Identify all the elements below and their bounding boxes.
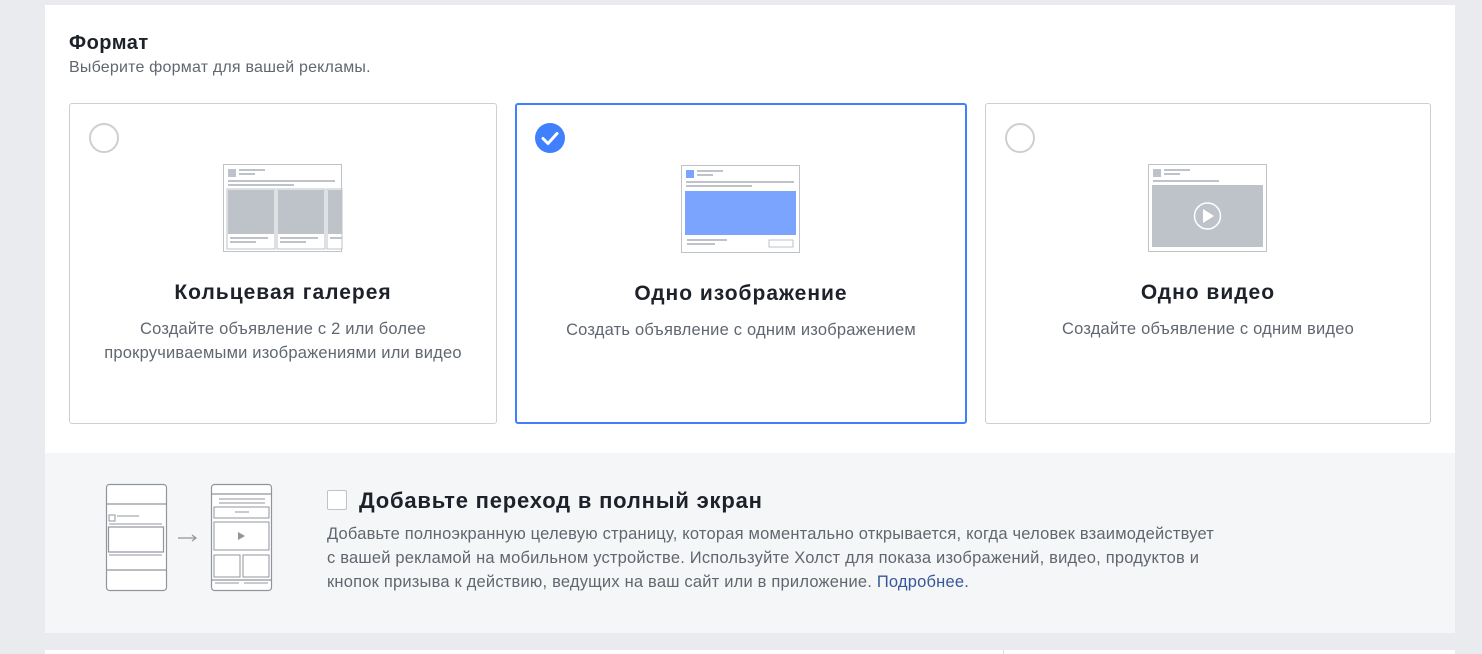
fullscreen-description: Добавьте полноэкранную целевую страницу,… bbox=[327, 522, 1227, 594]
format-card-single-video[interactable]: Одно видео Создайте объявление с одним в… bbox=[985, 103, 1431, 424]
checkmark-icon bbox=[541, 132, 559, 145]
radio-button-checked[interactable] bbox=[535, 123, 565, 153]
radio-button[interactable] bbox=[89, 123, 119, 153]
radio-button[interactable] bbox=[1005, 123, 1035, 153]
carousel-preview-icon bbox=[223, 164, 343, 252]
fullscreen-checkbox[interactable] bbox=[327, 490, 347, 510]
section-subtitle: Выберите формат для вашей рекламы. bbox=[69, 59, 371, 76]
canvas-transition-icon bbox=[105, 483, 273, 592]
card-title: Одно изображение bbox=[634, 282, 848, 305]
single-image-preview-icon bbox=[681, 165, 800, 253]
single-video-preview-icon bbox=[1148, 164, 1267, 252]
fullscreen-section: Добавьте переход в полный экран Добавьте… bbox=[45, 453, 1455, 633]
card-description: Создайте объявление с одним видео bbox=[1062, 320, 1354, 338]
section-title: Формат bbox=[69, 32, 149, 54]
learn-more-link[interactable]: Подробнее. bbox=[877, 573, 969, 591]
next-section-divider bbox=[1003, 650, 1004, 654]
fullscreen-title: Добавьте переход в полный экран bbox=[359, 488, 763, 513]
next-section-edge bbox=[45, 650, 1455, 654]
card-title: Кольцевая галерея bbox=[174, 281, 392, 304]
format-card-single-image[interactable]: Одно изображение Создать объявление с од… bbox=[515, 103, 967, 424]
format-card-carousel[interactable]: Кольцевая галерея Создайте объявление с … bbox=[69, 103, 497, 424]
fullscreen-description-text: Добавьте полноэкранную целевую страницу,… bbox=[327, 525, 1215, 591]
format-section: Формат Выберите формат для вашей рекламы… bbox=[45, 5, 1455, 453]
card-title: Одно видео bbox=[1140, 281, 1276, 304]
card-description: Создайте объявление с 2 или более прокру… bbox=[104, 320, 462, 362]
card-description: Создать объявление с одним изображением bbox=[566, 321, 916, 339]
